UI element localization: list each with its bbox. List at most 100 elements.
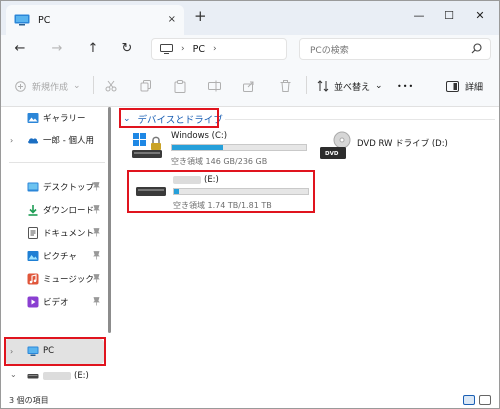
details-pane-icon [446,80,459,92]
drive-c-usage-fill [172,145,223,150]
sidebar-item-music[interactable]: ミュージック [1,268,105,290]
trash-icon [280,80,291,92]
download-icon [28,205,38,216]
copy-button[interactable] [140,78,152,94]
status-bar: 3 個の項目 [1,392,499,408]
sort-button-label: 並べ替え [334,82,371,93]
desktop-icon [27,182,39,192]
forward-button[interactable]: → [47,40,67,58]
sort-icon [317,80,329,92]
new-dropdown-chevron-icon: ⌄ [73,81,81,91]
expand-chevron-icon[interactable]: › [10,136,13,145]
refresh-button[interactable]: ↻ [117,40,137,58]
drive-c-space: 空き領域 146 GB/236 GB [171,157,268,166]
file-view: ⌄ デバイスとドライブ Windows (C:) 空き領域 146 GB/236… [117,107,499,392]
search-box[interactable]: PCの検索 [299,38,491,60]
windows-drive-icon [132,133,162,158]
sidebar-item-downloads[interactable]: ダウンロード [1,199,105,221]
pin-icon[interactable] [93,251,100,260]
new-button[interactable]: 新規作成 ⌄ [15,78,81,94]
sort-button[interactable]: 並べ替え ⌄ [317,78,383,94]
clipboard-icon [174,79,186,93]
maximize-button[interactable]: ☐ [434,6,464,26]
sidebar-item-label: ダウンロード [43,206,95,216]
sidebar-item-label: (E:) [43,371,89,381]
sort-chevron-icon: ⌄ [375,81,383,91]
highlight-box-section [119,108,219,128]
address-segment-pc[interactable]: PC [193,44,205,55]
gallery-icon [27,113,39,123]
command-bar: 新規作成 ⌄ 並べ替え ⌄ ••• 詳細 [1,63,499,107]
sidebar-scrollbar[interactable] [108,107,111,333]
address-chevron-end-icon[interactable]: › [213,44,217,54]
navigation-bar: ← → ↑ ↻ › PC › PCの検索 [1,35,499,63]
sidebar-item-e-drive[interactable]: ⌄ (E:) [1,365,105,387]
sidebar-item-label: ドキュメント [43,229,95,239]
sidebar-item-desktop[interactable]: デスクトップ [1,176,105,198]
tab-pc[interactable]: PC × [6,5,184,35]
sidebar-item-gallery[interactable]: ギャラリー [1,107,105,129]
paste-button[interactable] [174,78,186,94]
sidebar-item-label: ピクチャ [43,252,77,262]
drive-icon [27,374,39,379]
close-window-button[interactable]: ✕ [465,6,495,26]
drive-c[interactable]: Windows (C:) 空き領域 146 GB/236 GB [131,131,311,169]
pin-icon[interactable] [93,182,100,191]
tiles-view-icon[interactable] [479,395,491,405]
music-icon [27,273,39,285]
item-count: 3 個の項目 [9,396,49,405]
title-bar: PC × + — ☐ ✕ [1,1,499,35]
document-icon [28,227,38,239]
drive-letter: (E:) [74,371,89,381]
tab-close-icon[interactable]: × [168,14,176,25]
delete-button[interactable] [280,78,291,94]
highlight-box-drive-e [127,170,315,213]
section-divider [225,119,495,120]
new-button-label: 新規作成 [32,82,69,93]
search-icon [471,43,482,54]
more-options-button[interactable]: ••• [397,78,414,94]
address-chevron-icon[interactable]: › [181,44,185,54]
up-button[interactable]: ↑ [83,40,103,58]
pin-icon[interactable] [93,205,100,214]
share-icon [243,81,254,92]
drive-dvd[interactable]: DVD DVD RW ドライブ (D:) [319,131,479,171]
collapse-chevron-icon[interactable]: ⌄ [10,370,17,379]
share-button[interactable] [243,78,255,94]
scissors-icon [105,80,117,92]
toolbar-divider [306,76,307,94]
sidebar-item-label: 一郎 - 個人用 [43,136,94,146]
sidebar-divider [9,162,105,163]
monitor-icon [14,14,30,26]
details-label: 詳細 [465,82,484,93]
sidebar-item-onedrive[interactable]: › 一郎 - 個人用 [1,129,105,151]
pin-icon[interactable] [93,228,100,237]
highlight-box-pc [4,337,106,366]
details-pane-button[interactable]: 詳細 [446,78,483,94]
dvd-drive-name: DVD RW ドライブ (D:) [357,139,448,149]
rename-button[interactable] [208,78,221,94]
toolbar-divider [93,76,94,94]
pin-icon[interactable] [93,274,100,283]
video-icon [27,296,39,308]
minimize-button[interactable]: — [404,6,434,26]
search-placeholder: PCの検索 [310,45,349,56]
sidebar-item-videos[interactable]: ビデオ [1,291,105,313]
details-view-icon[interactable] [463,395,475,405]
cut-button[interactable] [105,78,117,94]
tab-title: PC [38,14,51,26]
pin-icon[interactable] [93,297,100,306]
dvd-drive-icon [320,131,351,159]
sidebar-item-label: デスクトップ [43,183,95,193]
redacted-label [43,371,71,380]
navigation-pane: ギャラリー › 一郎 - 個人用 デスクトップ ダウンロード ドキュメント ピク… [1,107,113,392]
file-explorer-window: PC × + — ☐ ✕ ← → ↑ ↻ › PC › PCの検索 新規作成 ⌄… [0,0,500,409]
copy-icon [140,80,151,92]
monitor-outline-icon [160,44,173,54]
address-bar[interactable]: › PC › [151,38,287,60]
new-tab-button[interactable]: + [194,9,207,24]
sidebar-item-pictures[interactable]: ピクチャ [1,245,105,267]
drive-c-name: Windows (C:) [171,131,228,141]
sidebar-item-documents[interactable]: ドキュメント [1,222,105,244]
back-button[interactable]: ← [10,40,30,58]
